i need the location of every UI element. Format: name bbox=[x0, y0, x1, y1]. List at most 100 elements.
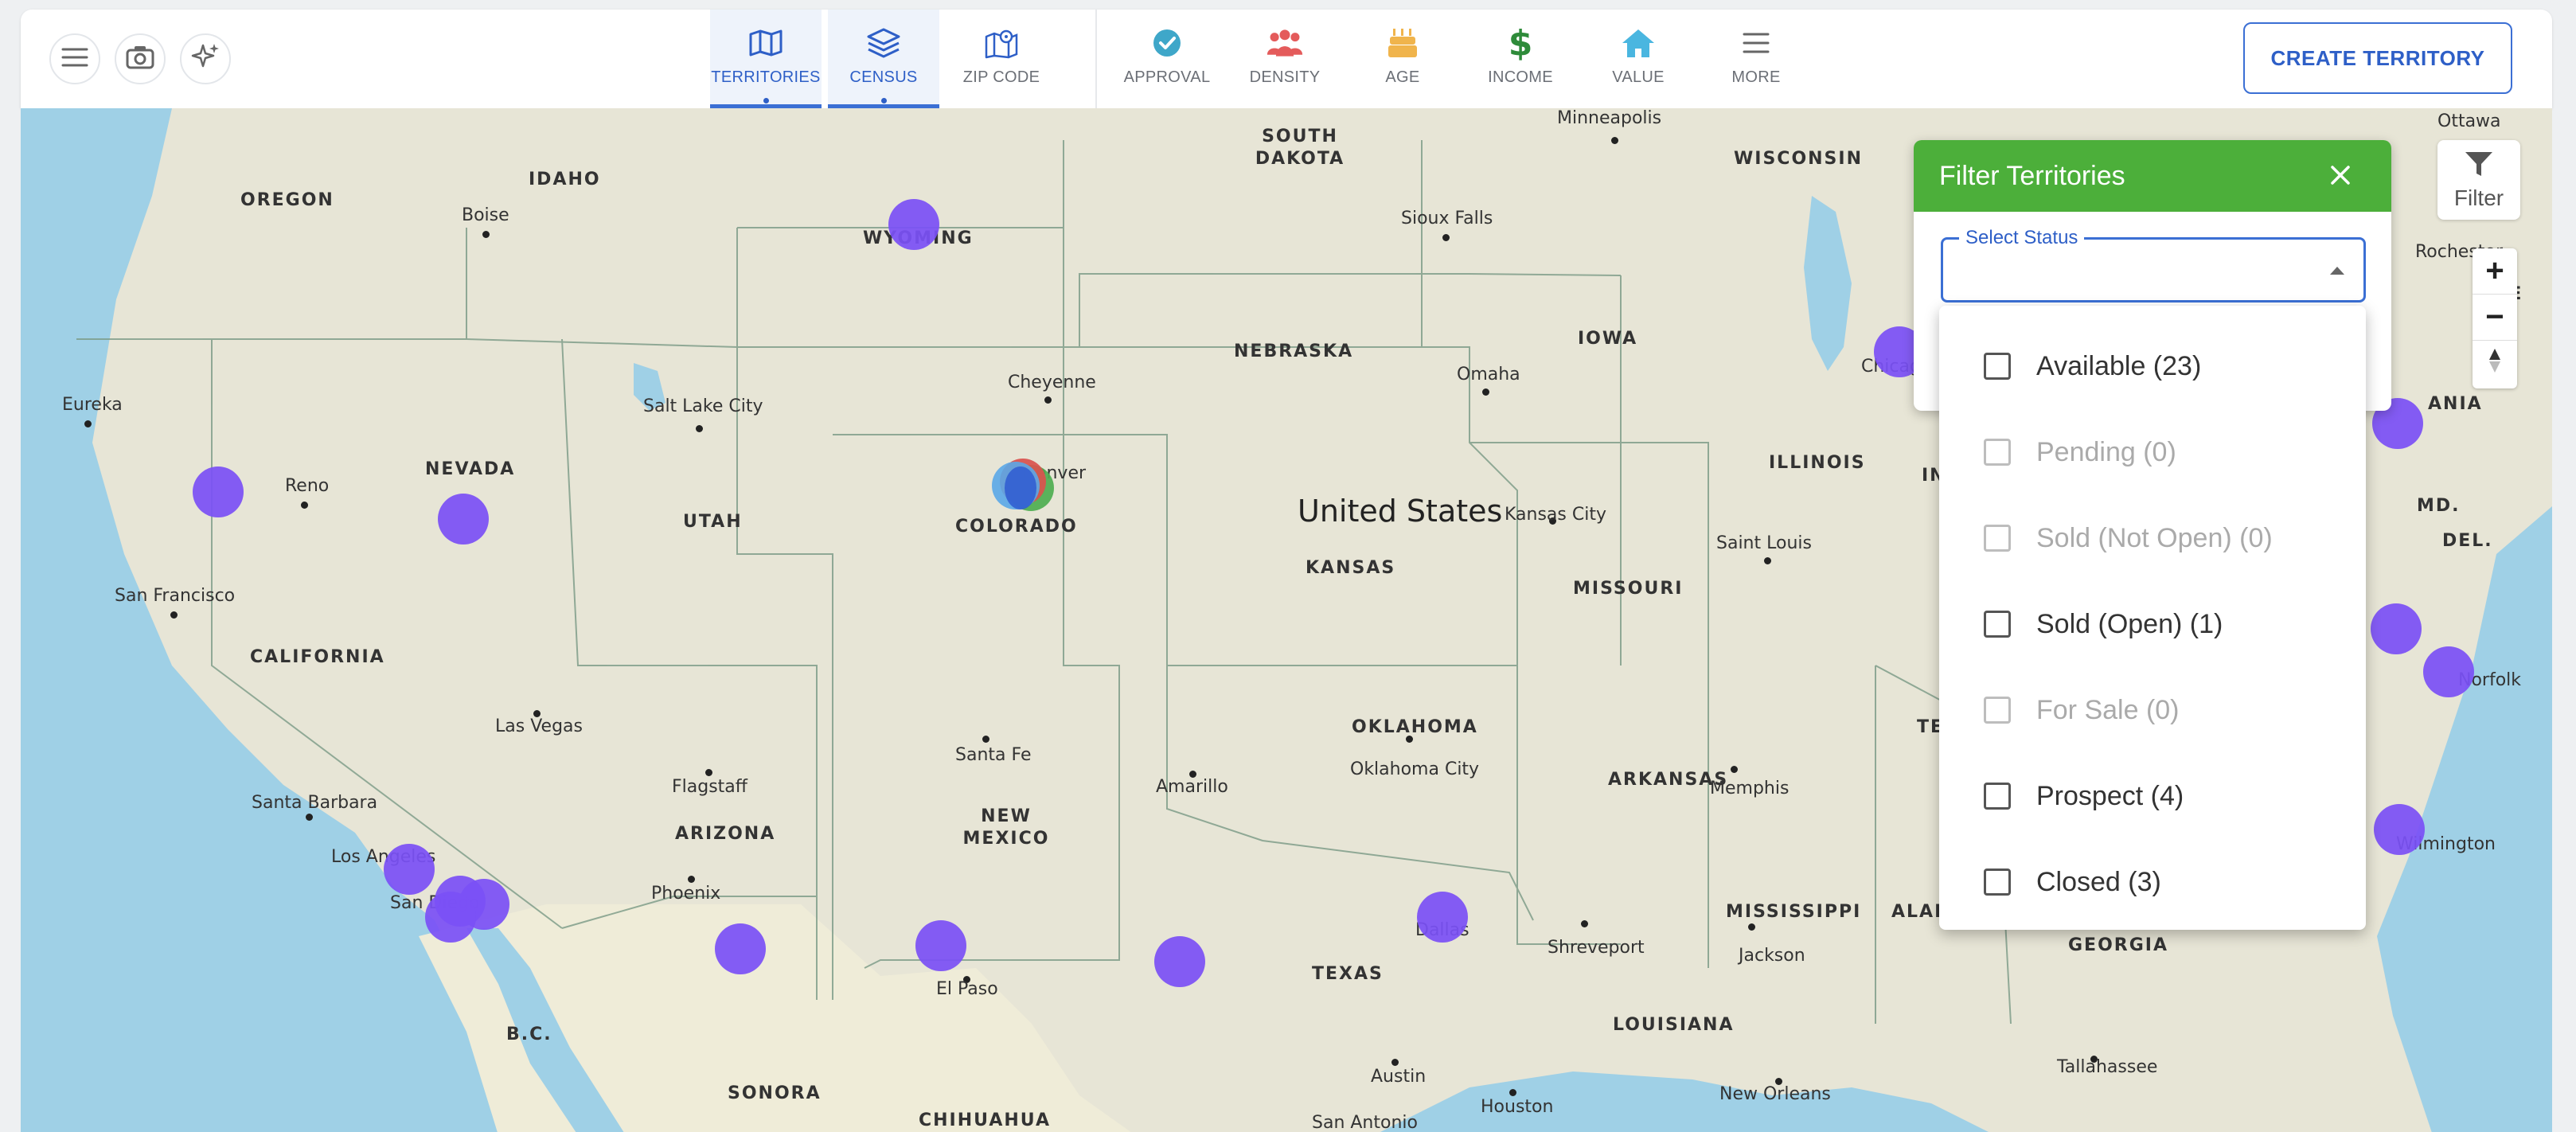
app-root: TERRITORIES CENSUS ZIP CODE APPROVAL DEN… bbox=[0, 0, 2576, 1132]
city-label: Las Vegas bbox=[495, 716, 583, 736]
city-dot bbox=[1044, 396, 1052, 404]
tab-income-label: INCOME bbox=[1488, 68, 1553, 86]
city-label: San Francisco bbox=[115, 586, 236, 606]
city-label: Salt Lake City bbox=[643, 396, 763, 416]
people-icon bbox=[1266, 24, 1304, 62]
tab-age-label: AGE bbox=[1385, 68, 1420, 86]
option-label: Pending (0) bbox=[2036, 436, 2176, 467]
state-label: SONORA bbox=[728, 1083, 822, 1103]
territory-marker[interactable] bbox=[384, 844, 435, 895]
close-button[interactable] bbox=[2324, 161, 2356, 193]
active-dot bbox=[880, 98, 887, 103]
state-label: TEXAS bbox=[1312, 964, 1384, 984]
territory-marker[interactable] bbox=[715, 923, 766, 974]
zoom-out-button[interactable]: − bbox=[2473, 295, 2517, 341]
funnel-icon bbox=[2464, 150, 2494, 182]
tab-territories-label: TERRITORIES bbox=[711, 68, 821, 86]
checkbox[interactable] bbox=[1984, 611, 2011, 638]
territory-marker-available[interactable] bbox=[1005, 466, 1036, 509]
camera-icon bbox=[126, 45, 154, 73]
sparkle-icon bbox=[190, 42, 221, 76]
tab-income[interactable]: $ INCOME bbox=[1465, 10, 1576, 108]
city-label: Shreveport bbox=[1548, 938, 1645, 958]
territory-marker[interactable] bbox=[888, 199, 939, 250]
territory-marker[interactable] bbox=[425, 892, 476, 943]
city-dot bbox=[688, 876, 695, 883]
state-label: ARIZONA bbox=[675, 824, 776, 844]
screenshot-button[interactable] bbox=[115, 33, 166, 84]
tab-zip-code-label: ZIP CODE bbox=[962, 68, 1040, 86]
panel-header: Filter Territories bbox=[1914, 140, 2391, 212]
state-label: KANSAS bbox=[1306, 558, 1396, 578]
state-label: NEVADA bbox=[425, 459, 516, 479]
state-label: ANIA bbox=[2428, 394, 2483, 414]
state-label: IOWA bbox=[1578, 329, 1638, 349]
state-label: ILLINOIS bbox=[1769, 453, 1866, 473]
territory-marker[interactable] bbox=[2423, 646, 2474, 697]
territory-marker[interactable] bbox=[2374, 804, 2425, 855]
city-dot bbox=[982, 736, 989, 743]
option-label: Available (23) bbox=[2036, 350, 2202, 381]
city-label: El Paso bbox=[936, 979, 998, 999]
territory-marker[interactable] bbox=[438, 494, 489, 545]
option-label: For Sale (0) bbox=[2036, 694, 2180, 725]
status-select[interactable]: Select Status bbox=[1941, 227, 2366, 303]
tab-age[interactable]: AGE bbox=[1347, 10, 1458, 108]
zoom-in-button[interactable]: + bbox=[2473, 248, 2517, 295]
state-label: OKLAHOMA bbox=[1352, 717, 1478, 737]
checkbox[interactable] bbox=[1984, 783, 2011, 810]
state-label: SOUTH DAKOTA bbox=[1255, 127, 1345, 169]
city-label: Phoenix bbox=[651, 884, 721, 904]
top-toolbar: TERRITORIES CENSUS ZIP CODE APPROVAL DEN… bbox=[21, 10, 2552, 108]
city-dot bbox=[1748, 923, 1755, 931]
toolbar-divider bbox=[1095, 10, 1097, 108]
territory-marker[interactable] bbox=[915, 920, 966, 971]
option-label: Sold (Open) (1) bbox=[2036, 608, 2223, 639]
status-option[interactable]: Available (23) bbox=[1939, 323, 2366, 409]
status-option[interactable]: Closed (3) bbox=[1939, 839, 2366, 925]
tab-zip-code[interactable]: ZIP CODE bbox=[946, 10, 1057, 108]
tab-value-label: VALUE bbox=[1612, 68, 1665, 86]
reset-north-button[interactable] bbox=[2473, 341, 2517, 387]
territory-marker[interactable] bbox=[193, 466, 244, 517]
map-filter-button[interactable]: Filter bbox=[2437, 140, 2520, 220]
tab-density[interactable]: DENSITY bbox=[1229, 10, 1341, 108]
tab-more[interactable]: MORE bbox=[1700, 10, 1812, 108]
checkbox[interactable] bbox=[1984, 353, 2011, 380]
status-option[interactable]: Prospect (4) bbox=[1939, 753, 2366, 839]
city-dot bbox=[301, 502, 308, 509]
check-circle-icon bbox=[1148, 24, 1186, 62]
city-label: Tallahassee bbox=[2057, 1057, 2158, 1077]
state-label: LOUISIANA bbox=[1613, 1015, 1735, 1035]
tab-more-label: MORE bbox=[1731, 68, 1781, 86]
city-dot bbox=[1391, 1059, 1399, 1066]
zoom-controls: + − bbox=[2473, 248, 2517, 388]
city-label: Jackson bbox=[1739, 946, 1805, 966]
hamburger-icon bbox=[61, 47, 88, 72]
city-label: Amarillo bbox=[1156, 777, 1228, 797]
layers-icon bbox=[865, 24, 903, 62]
status-options-list: Available (23) Pending (0) Sold (Not Ope… bbox=[1939, 306, 2366, 930]
city-label: San Antonio bbox=[1312, 1113, 1418, 1132]
city-label: Boise bbox=[462, 205, 509, 225]
ai-assist-button[interactable] bbox=[180, 33, 231, 84]
territory-marker[interactable] bbox=[1417, 892, 1468, 943]
territory-marker[interactable] bbox=[1154, 936, 1205, 987]
territory-marker[interactable] bbox=[2371, 603, 2422, 654]
menu-button[interactable] bbox=[49, 33, 100, 84]
status-option[interactable]: Sold (Open) (1) bbox=[1939, 581, 2366, 667]
state-label: CHIHUAHUA bbox=[919, 1111, 1051, 1130]
city-label: Eureka bbox=[62, 395, 123, 415]
city-label: Minneapolis bbox=[1557, 108, 1662, 128]
checkbox[interactable] bbox=[1984, 869, 2011, 896]
city-label: Santa Fe bbox=[955, 745, 1032, 765]
tab-census[interactable]: CENSUS bbox=[828, 10, 939, 108]
tab-value[interactable]: VALUE bbox=[1583, 10, 1694, 108]
city-label: Oklahoma City bbox=[1350, 759, 1480, 779]
filter-label: Filter bbox=[2453, 185, 2504, 210]
city-dot bbox=[1482, 388, 1489, 396]
tab-approval[interactable]: APPROVAL bbox=[1111, 10, 1223, 108]
create-territory-button[interactable]: CREATE TERRITORY bbox=[2243, 22, 2512, 94]
option-label: Closed (3) bbox=[2036, 866, 2161, 897]
tab-territories[interactable]: TERRITORIES bbox=[710, 10, 822, 108]
